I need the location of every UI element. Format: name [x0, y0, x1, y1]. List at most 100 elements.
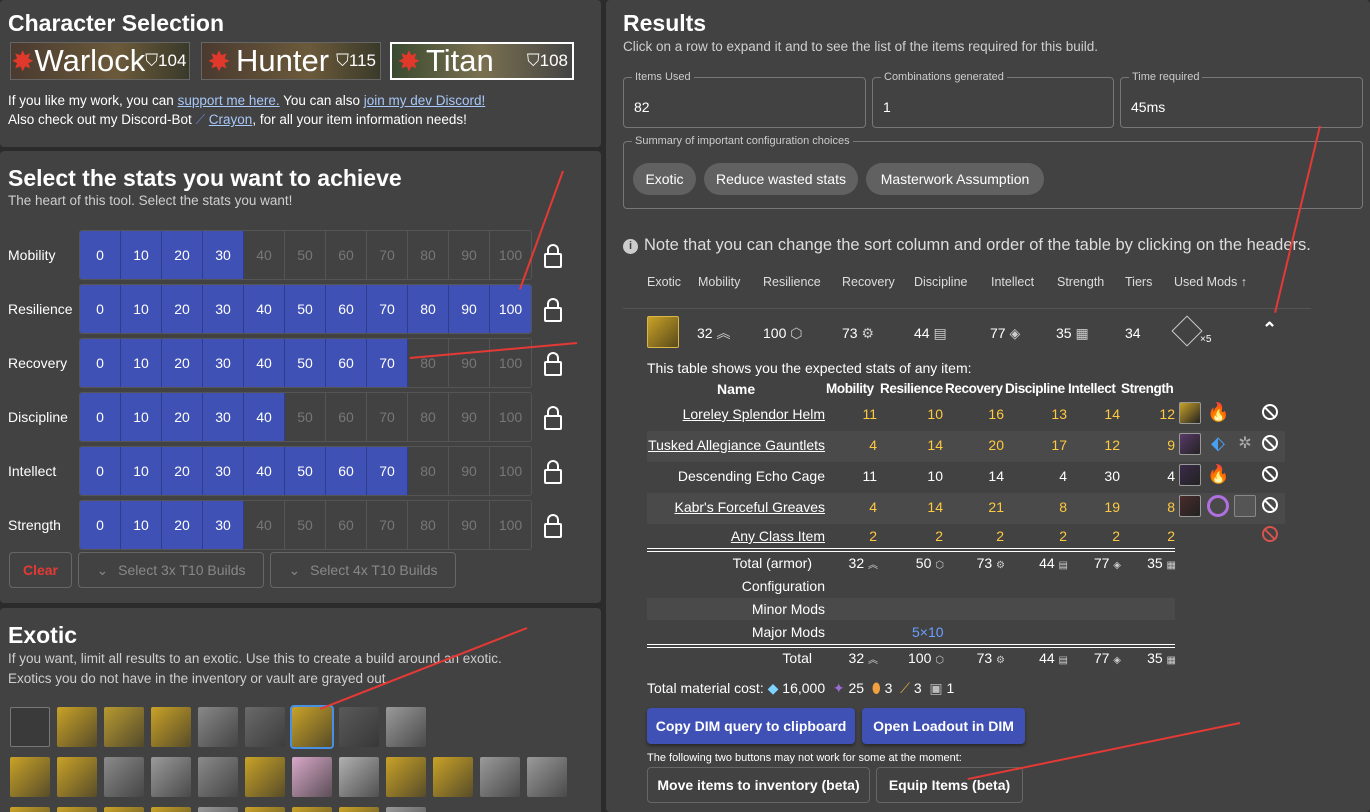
stat-option[interactable]: 10	[121, 447, 162, 495]
stat-option[interactable]: 40	[244, 231, 285, 279]
exotic-option-icon[interactable]	[339, 707, 379, 747]
exotic-option-icon[interactable]	[198, 757, 238, 797]
exotic-option-icon[interactable]	[104, 757, 144, 797]
exclude-item-icon[interactable]	[1262, 497, 1278, 513]
lock-icon[interactable]	[544, 352, 562, 376]
stat-option[interactable]: 30	[203, 447, 244, 495]
exotic-option-icon[interactable]	[151, 707, 191, 747]
stat-option[interactable]: 70	[367, 501, 408, 549]
exotic-option-icon[interactable]	[290, 705, 334, 749]
stat-option[interactable]: 0	[80, 339, 121, 387]
stat-option[interactable]: 80	[408, 339, 449, 387]
stat-option[interactable]: 20	[162, 231, 203, 279]
move-items-button[interactable]: Move items to inventory (beta)	[647, 767, 870, 803]
stat-option[interactable]: 30	[203, 339, 244, 387]
exotic-option-icon[interactable]	[57, 707, 97, 747]
stat-option[interactable]: 10	[121, 501, 162, 549]
subtable-header[interactable]: Recovery	[945, 380, 1003, 398]
item-name[interactable]: Tusked Allegiance Gauntlets	[648, 436, 825, 454]
exotic-option-icon[interactable]	[57, 807, 97, 812]
stat-option[interactable]: 90	[449, 285, 490, 333]
col-intellect[interactable]: Intellect	[991, 275, 1034, 289]
exclude-item-icon[interactable]	[1262, 404, 1278, 420]
exotic-option-icon[interactable]	[527, 757, 567, 797]
stat-option[interactable]: 40	[244, 339, 285, 387]
stat-option[interactable]: 20	[162, 285, 203, 333]
exotic-option-icon[interactable]	[198, 707, 238, 747]
exotic-option-icon[interactable]	[10, 757, 50, 797]
exotic-option-icon[interactable]	[245, 707, 285, 747]
col-mobility[interactable]: Mobility	[698, 275, 740, 289]
stat-option[interactable]: 20	[162, 339, 203, 387]
stat-option[interactable]: 0	[80, 501, 121, 549]
copy-dim-query-button[interactable]: Copy DIM query to clipboard	[647, 708, 855, 744]
stat-option[interactable]: 100	[490, 501, 531, 549]
stat-option[interactable]: 70	[367, 339, 408, 387]
stat-option[interactable]: 50	[285, 501, 326, 549]
stat-option[interactable]: 80	[408, 393, 449, 441]
stat-option[interactable]: 60	[326, 501, 367, 549]
stat-option[interactable]: 30	[203, 285, 244, 333]
exotic-option-icon[interactable]	[151, 757, 191, 797]
stat-option[interactable]: 30	[203, 393, 244, 441]
stat-option[interactable]: 80	[408, 231, 449, 279]
stat-option[interactable]: 70	[367, 285, 408, 333]
lock-icon[interactable]	[544, 244, 562, 268]
col-exotic[interactable]: Exotic	[647, 275, 681, 289]
col-recovery[interactable]: Recovery	[842, 275, 895, 289]
chip-exotic[interactable]: Exotic	[633, 163, 696, 195]
lock-icon[interactable]	[544, 406, 562, 430]
stat-option[interactable]: 0	[80, 393, 121, 441]
stat-option[interactable]: 80	[408, 447, 449, 495]
collapse-chevron-icon[interactable]: ⌃	[1262, 320, 1277, 338]
exotic-option-icon[interactable]	[245, 807, 285, 812]
stat-option[interactable]: 40	[244, 393, 285, 441]
stat-option[interactable]: 0	[80, 231, 121, 279]
exclude-item-icon[interactable]	[1262, 435, 1278, 451]
stat-option[interactable]: 90	[449, 501, 490, 549]
stat-option[interactable]: 50	[285, 339, 326, 387]
col-tiers[interactable]: Tiers	[1125, 275, 1152, 289]
stat-option[interactable]: 100	[490, 285, 531, 333]
discord-link[interactable]: join my dev Discord!	[364, 93, 486, 108]
item-name[interactable]: Kabr's Forceful Greaves	[674, 498, 825, 516]
lock-icon[interactable]	[544, 514, 562, 538]
stat-option[interactable]: 0	[80, 285, 121, 333]
exotic-option-icon[interactable]	[10, 807, 50, 812]
clear-button[interactable]: Clear	[9, 552, 72, 588]
exotic-option-icon[interactable]	[386, 807, 426, 812]
support-link[interactable]: support me here.	[178, 93, 280, 108]
item-name[interactable]: Any Class Item	[731, 527, 825, 545]
stat-option[interactable]: 50	[285, 285, 326, 333]
subtable-header-name[interactable]: Name	[717, 380, 755, 398]
stat-option[interactable]: 90	[449, 231, 490, 279]
stat-option[interactable]: 80	[408, 501, 449, 549]
stat-option[interactable]: 40	[244, 285, 285, 333]
col-strength[interactable]: Strength	[1057, 275, 1104, 289]
stat-option[interactable]: 30	[203, 501, 244, 549]
stat-option[interactable]: 60	[326, 339, 367, 387]
col-resilience[interactable]: Resilience	[763, 275, 821, 289]
stat-option[interactable]: 40	[244, 501, 285, 549]
stat-option[interactable]: 10	[121, 285, 162, 333]
exotic-option-icon[interactable]	[104, 807, 144, 812]
select-3x-t10-button[interactable]: ⌄ Select 3x T10 Builds	[78, 552, 264, 588]
stat-option[interactable]: 40	[244, 447, 285, 495]
exotic-option-icon[interactable]	[245, 757, 285, 797]
stat-option[interactable]: 60	[326, 285, 367, 333]
stat-option[interactable]: 60	[326, 447, 367, 495]
stat-option[interactable]: 50	[285, 231, 326, 279]
stat-option[interactable]: 30	[203, 231, 244, 279]
stat-option[interactable]: 80	[408, 285, 449, 333]
col-used-mods[interactable]: Used Mods ↑	[1174, 275, 1247, 289]
exotic-option-icon[interactable]	[57, 757, 97, 797]
stat-option[interactable]: 90	[449, 393, 490, 441]
exotic-option-icon[interactable]	[386, 707, 426, 747]
exclude-item-icon[interactable]	[1262, 526, 1278, 542]
exotic-option-icon[interactable]	[339, 807, 379, 812]
exotic-option-icon[interactable]	[151, 807, 191, 812]
stat-option[interactable]: 70	[367, 393, 408, 441]
exotic-option-icon[interactable]	[198, 807, 238, 812]
exotic-option-icon[interactable]	[480, 757, 520, 797]
stat-option[interactable]: 100	[490, 447, 531, 495]
